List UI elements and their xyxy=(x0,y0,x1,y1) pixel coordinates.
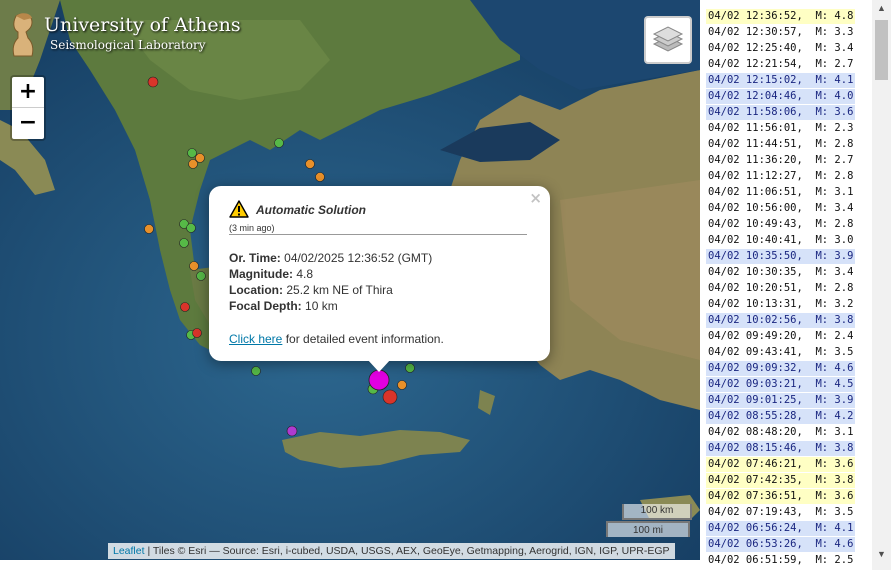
scroll-down-arrow-icon[interactable]: ▼ xyxy=(872,546,891,562)
logo: University of Athens Seismological Labor… xyxy=(8,10,241,60)
event-list-item[interactable]: 04/02 11:36:20, M: 2.7 xyxy=(706,153,855,168)
event-list-item[interactable]: 04/02 10:56:00, M: 3.4 xyxy=(706,201,855,216)
event-list-item[interactable]: 04/02 06:53:26, M: 4.6 xyxy=(706,537,856,552)
popup-title: Automatic Solution xyxy=(256,203,366,217)
leaflet-link[interactable]: Leaflet xyxy=(113,545,145,557)
layers-button[interactable] xyxy=(644,16,692,64)
popup-details: Or. Time: 04/02/2025 12:36:52 (GMT) Magn… xyxy=(229,250,432,314)
event-list-item[interactable]: 04/02 11:12:27, M: 2.8 xyxy=(706,169,855,184)
magnitude-row: Magnitude: 4.8 xyxy=(229,266,432,282)
event-list-item[interactable]: 04/02 12:04:46, M: 4.0 xyxy=(706,89,856,104)
event-list-item[interactable]: 04/02 06:51:59, M: 2.5 xyxy=(706,553,855,568)
location-label: Location: xyxy=(229,283,283,297)
depth-row: Focal Depth: 10 km xyxy=(229,298,432,314)
zoom-in-button[interactable]: + xyxy=(12,77,44,108)
or-time-row: Or. Time: 04/02/2025 12:36:52 (GMT) xyxy=(229,250,432,266)
warning-icon xyxy=(229,200,249,218)
event-list-item[interactable]: 04/02 09:03:21, M: 4.5 xyxy=(706,377,856,392)
event-marker[interactable] xyxy=(192,328,202,338)
details-link[interactable]: Click here xyxy=(229,332,282,346)
event-list-item[interactable]: 04/02 12:15:02, M: 4.1 xyxy=(706,73,856,88)
event-marker[interactable] xyxy=(144,224,154,234)
event-list-item[interactable]: 04/02 12:25:40, M: 3.4 xyxy=(706,41,855,56)
event-marker[interactable] xyxy=(405,363,415,373)
event-marker[interactable] xyxy=(251,366,261,376)
or-time-label: Or. Time: xyxy=(229,251,281,265)
event-popup: × Automatic Solution (3 min ago) Or. Tim… xyxy=(209,186,550,361)
event-marker[interactable] xyxy=(180,302,190,312)
event-marker[interactable] xyxy=(382,389,398,405)
details-link-suffix: for detailed event information. xyxy=(285,332,444,346)
event-marker[interactable] xyxy=(187,148,197,158)
event-list-item[interactable]: 04/02 08:55:28, M: 4.2 xyxy=(706,409,856,424)
zoom-control: + − xyxy=(10,75,46,141)
attribution-text: | Tiles © Esri — Source: Esri, i-cubed, … xyxy=(147,545,670,557)
event-list-item[interactable]: 04/02 07:42:35, M: 3.8 xyxy=(706,473,856,488)
event-list-item[interactable]: 04/02 09:43:41, M: 3.5 xyxy=(706,345,855,360)
map-attribution: Leaflet | Tiles © Esri — Source: Esri, i… xyxy=(108,543,675,559)
event-list-item[interactable]: 04/02 11:56:01, M: 2.3 xyxy=(706,121,855,136)
event-marker[interactable] xyxy=(188,159,198,169)
event-list-item[interactable]: 04/02 11:06:51, M: 3.1 xyxy=(706,185,855,200)
magnitude-label: Magnitude: xyxy=(229,267,293,281)
popup-divider xyxy=(229,234,527,235)
scrollbar[interactable]: ▲ ▼ xyxy=(872,0,891,570)
event-list-item[interactable]: 04/02 10:35:50, M: 3.9 xyxy=(706,249,856,264)
logo-title: University of Athens xyxy=(44,14,241,36)
event-list-item[interactable]: 04/02 06:56:24, M: 4.1 xyxy=(706,521,856,536)
event-list-item[interactable]: 04/02 10:02:56, M: 3.8 xyxy=(706,313,856,328)
popup-close-button[interactable]: × xyxy=(529,189,542,207)
event-marker[interactable] xyxy=(147,76,159,88)
event-list-item[interactable]: 04/02 07:36:51, M: 3.6 xyxy=(706,489,856,504)
zoom-out-button[interactable]: − xyxy=(12,108,44,138)
event-list-item[interactable]: 04/02 09:49:20, M: 2.4 xyxy=(706,329,855,344)
event-list-item[interactable]: 04/02 10:30:35, M: 3.4 xyxy=(706,265,855,280)
event-list-item[interactable]: 04/02 10:49:43, M: 2.8 xyxy=(706,217,855,232)
event-marker[interactable] xyxy=(179,238,189,248)
location-row: Location: 25.2 km NE of Thira xyxy=(229,282,432,298)
event-list-item[interactable]: 04/02 10:40:41, M: 3.0 xyxy=(706,233,855,248)
popup-tip xyxy=(367,359,391,372)
event-marker[interactable] xyxy=(274,138,284,148)
event-marker[interactable] xyxy=(286,425,298,437)
event-list-item[interactable]: 04/02 12:30:57, M: 3.3 xyxy=(706,25,855,40)
event-list-item[interactable]: 04/02 08:15:46, M: 3.8 xyxy=(706,441,856,456)
event-marker[interactable] xyxy=(186,223,196,233)
scale-mi: 100 mi xyxy=(606,521,690,537)
latest-event-marker[interactable] xyxy=(368,369,390,391)
event-list-item[interactable]: 04/02 07:19:43, M: 3.5 xyxy=(706,505,855,520)
event-list-item[interactable]: 04/02 11:58:06, M: 3.6 xyxy=(706,105,856,120)
depth-value: 10 km xyxy=(305,299,338,313)
event-marker[interactable] xyxy=(397,380,407,390)
athena-icon xyxy=(12,13,34,57)
event-marker[interactable] xyxy=(315,172,325,182)
event-list-item[interactable]: 04/02 12:21:54, M: 2.7 xyxy=(706,57,855,72)
scale-km: 100 km xyxy=(622,504,692,520)
event-marker[interactable] xyxy=(305,159,315,169)
event-marker[interactable] xyxy=(196,271,206,281)
event-marker[interactable] xyxy=(189,261,199,271)
layers-icon xyxy=(652,26,684,52)
event-list-item[interactable]: 04/02 09:09:32, M: 4.6 xyxy=(706,361,856,376)
event-list-item[interactable]: 04/02 12:36:52, M: 4.8 xyxy=(706,9,856,24)
event-list: 04/02 12:36:52, M: 4.8 04/02 12:30:57, M:… xyxy=(701,0,871,570)
event-list-item[interactable]: 04/02 09:01:25, M: 3.9 xyxy=(706,393,856,408)
logo-subtitle: Seismological Laboratory xyxy=(50,38,206,52)
scrollbar-thumb[interactable] xyxy=(875,20,888,80)
location-value: 25.2 km NE of Thira xyxy=(286,283,393,297)
depth-label: Focal Depth: xyxy=(229,299,302,313)
event-list-item[interactable]: 04/02 11:44:51, M: 2.8 xyxy=(706,137,855,152)
event-list-item[interactable]: 04/02 08:48:20, M: 3.1 xyxy=(706,425,855,440)
or-time-value: 04/02/2025 12:36:52 (GMT) xyxy=(284,251,433,265)
magnitude-value: 4.8 xyxy=(296,267,314,281)
event-list-item[interactable]: 04/02 10:20:51, M: 2.8 xyxy=(706,281,855,296)
event-list-item[interactable]: 04/02 10:13:31, M: 3.2 xyxy=(706,297,855,312)
popup-link-row: Click here for detailed event informatio… xyxy=(229,332,444,346)
scroll-up-arrow-icon[interactable]: ▲ xyxy=(872,0,891,16)
popup-time-ago: (3 min ago) xyxy=(229,223,275,233)
event-list-item[interactable]: 04/02 07:46:21, M: 3.6 xyxy=(706,457,856,472)
